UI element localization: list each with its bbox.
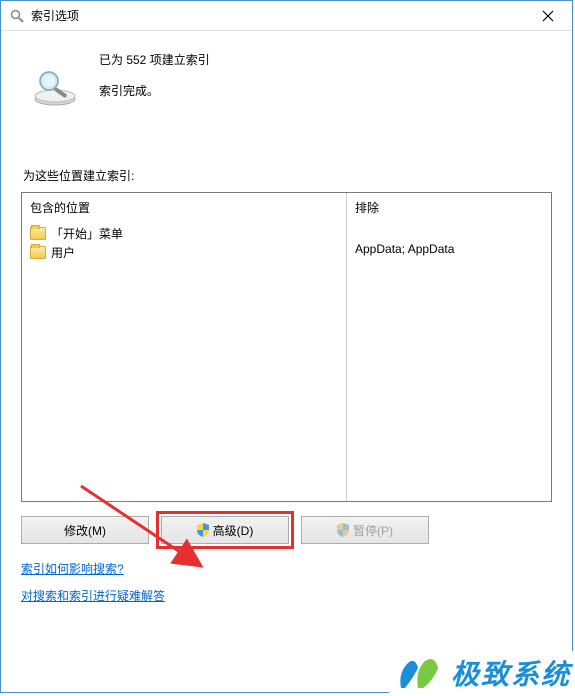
- folder-icon: [30, 246, 46, 259]
- pause-button[interactable]: 暂停(P): [301, 516, 429, 544]
- included-header: 包含的位置: [30, 199, 338, 216]
- advanced-button[interactable]: 高级(D): [161, 516, 289, 544]
- button-row: 修改(M) 高级(D): [21, 516, 552, 544]
- exclude-value: [355, 224, 543, 242]
- location-name: 用户: [51, 244, 75, 261]
- excluded-header: 排除: [355, 199, 543, 216]
- advanced-button-label: 高级(D): [213, 522, 254, 539]
- list-item[interactable]: 「开始」菜单: [30, 224, 338, 243]
- status-text: 已为 552 项建立索引 索引完成。: [99, 51, 210, 99]
- indexing-complete-label: 索引完成。: [99, 82, 210, 99]
- indexing-status-icon: [31, 67, 79, 107]
- locations-panel: 包含的位置 「开始」菜单 用户 排除 AppData; AppData: [21, 192, 552, 502]
- location-name: 「开始」菜单: [51, 225, 123, 242]
- titlebar: 索引选项: [1, 1, 572, 31]
- window-title: 索引选项: [31, 7, 528, 24]
- locations-section-label: 为这些位置建立索引:: [23, 167, 552, 184]
- modify-button-label: 修改(M): [64, 522, 106, 539]
- watermark-logo-icon: [393, 653, 443, 693]
- how-indexing-affects-link[interactable]: 索引如何影响搜索?: [21, 560, 552, 577]
- content-area: 已为 552 项建立索引 索引完成。 为这些位置建立索引: 包含的位置 「开始」…: [1, 31, 572, 614]
- magnifier-icon: [9, 8, 25, 24]
- watermark-text: 极致系统: [451, 653, 571, 693]
- folder-icon: [30, 227, 46, 240]
- modify-button[interactable]: 修改(M): [21, 516, 149, 544]
- shield-icon: [337, 523, 349, 537]
- status-area: 已为 552 项建立索引 索引完成。: [21, 47, 552, 107]
- indexed-count-label: 已为 552 项建立索引: [99, 51, 210, 68]
- indexing-options-window: 索引选项 已为 552 项建立索引 索引完成。: [0, 0, 573, 693]
- included-locations-column: 包含的位置 「开始」菜单 用户: [22, 193, 347, 501]
- shield-icon: [197, 523, 209, 537]
- list-item[interactable]: 用户: [30, 243, 338, 262]
- excluded-column: 排除 AppData; AppData: [347, 193, 551, 501]
- close-button[interactable]: [528, 2, 568, 30]
- watermark: 极致系统: [389, 651, 575, 695]
- troubleshoot-link[interactable]: 对搜索和索引进行疑难解答: [21, 587, 552, 604]
- close-icon: [542, 10, 554, 22]
- pause-button-label: 暂停(P): [353, 522, 393, 539]
- help-links: 索引如何影响搜索? 对搜索和索引进行疑难解答: [21, 560, 552, 604]
- exclude-value: AppData; AppData: [355, 242, 543, 256]
